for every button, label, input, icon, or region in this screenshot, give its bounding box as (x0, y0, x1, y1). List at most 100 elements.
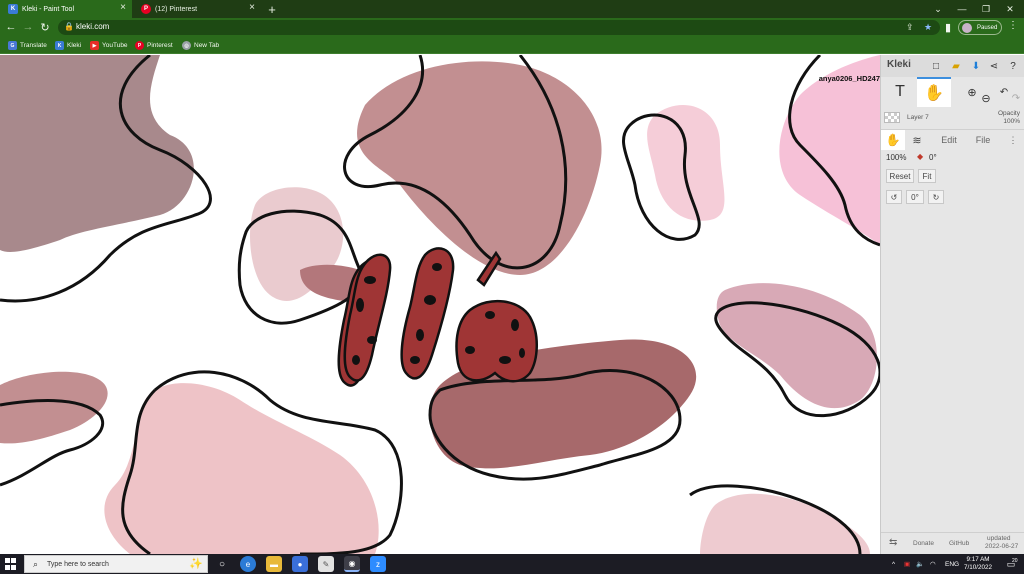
reload-icon[interactable]: ↻ (37, 19, 53, 35)
kleki-icon: K (55, 41, 64, 50)
donate-link[interactable]: Donate (913, 540, 934, 547)
tab-title: Kleki - Paint Tool (22, 5, 75, 13)
notification-count: 20 (1012, 558, 1018, 564)
bookmark-pinterest[interactable]: P Pinterest (135, 40, 173, 51)
kleki-favicon-icon: K (8, 4, 18, 14)
lock-icon: 🔒 (64, 22, 74, 31)
open-folder-icon[interactable]: ▰ (949, 59, 963, 73)
bookmark-kleki[interactable]: K Kleki (55, 40, 81, 51)
rotate-right-icon[interactable]: ↻ (928, 190, 944, 204)
tab-layers-icon[interactable]: ≋ (905, 130, 929, 150)
address-bar[interactable]: 🔒 kleki.com ⇪ ★ (58, 20, 940, 35)
pinterest-icon: P (135, 41, 144, 50)
zoom-level: 100% (886, 153, 907, 162)
share-icon[interactable]: ⋖ (987, 59, 1001, 73)
new-tab-button[interactable]: + (264, 0, 280, 18)
zoom-meeting-icon[interactable]: z (370, 556, 386, 572)
reset-button[interactable]: Reset (886, 169, 914, 183)
blob-pink-right (779, 55, 880, 245)
rotate-left-icon[interactable]: ↺ (886, 190, 902, 204)
url-text: kleki.com (76, 22, 110, 31)
bookmark-label: Kleki (67, 42, 82, 49)
layer-name: Layer 7 (907, 114, 929, 121)
translate-icon: G (8, 41, 17, 50)
bookmark-new-tab[interactable]: ◎ New Tab (182, 40, 219, 51)
canvas-artwork (0, 55, 880, 554)
kleki-header: Kleki □ ▰ ⬇ ⋖ ? (881, 55, 1024, 77)
zoom-app-icon[interactable]: ● (292, 556, 308, 572)
edge-icon[interactable]: e (240, 556, 256, 572)
tab-title: (12) Pinterest (155, 5, 198, 13)
chrome-icon[interactable]: ◉ (344, 556, 360, 572)
tab-file[interactable]: File (967, 130, 999, 150)
new-image-icon[interactable]: □ (929, 59, 943, 73)
bookmark-label: Translate (20, 42, 47, 49)
opacity-value: 100% (1003, 118, 1020, 125)
notifications-icon[interactable]: ▭ 20 (1002, 554, 1020, 574)
drawing-canvas[interactable]: anya0206_HD247 (0, 55, 880, 554)
wifi-icon[interactable]: ◠ (930, 554, 936, 574)
search-highlight-icon: ✨ (189, 558, 203, 570)
close-window-button[interactable]: ✕ (998, 0, 1022, 18)
sidepanel-icon[interactable]: ▮ (940, 19, 956, 35)
file-explorer-icon[interactable]: ▬ (266, 556, 282, 572)
back-arrow-icon[interactable]: ← (3, 19, 19, 35)
browser-toolbar: ← → ↻ 🔒 kleki.com ⇪ ★ ▮ Paused ⋮ (0, 18, 1024, 37)
bookmark-translate[interactable]: G Translate (8, 40, 47, 51)
tray-chevron-icon[interactable]: ^ (892, 554, 895, 574)
taskbar-search[interactable]: ⌕ Type here to search ✨ (24, 555, 208, 573)
forward-arrow-icon[interactable]: → (20, 19, 36, 35)
hand-tool-button[interactable]: ✋ (917, 77, 951, 107)
view-info: 100% ◆ 0° (881, 151, 1024, 165)
kleki-panel: Kleki □ ▰ ⬇ ⋖ ? T ✋ ⊕ ⊖ ↶ ↷ Layer 7 Opac… (880, 55, 1024, 554)
bookmark-youtube[interactable]: ▶ YouTube (90, 40, 128, 51)
bookmark-label: YouTube (102, 42, 128, 49)
layer-opacity[interactable]: Opacity 100% (998, 110, 1020, 126)
rotate-controls: ↺ 0° ↻ (881, 190, 1024, 204)
windows-taskbar: ⌕ Type here to search ✨ ○ e ▬ ● ✎ ◉ z ^ … (0, 554, 1024, 574)
close-tab-icon[interactable]: × (120, 2, 126, 13)
bookmarks-bar: G Translate K Kleki ▶ YouTube P Pinteres… (0, 37, 1024, 54)
share-icon[interactable]: ⇪ (906, 22, 914, 33)
tray-app-icon[interactable]: ▣ (904, 554, 910, 574)
rotation-level: 0° (929, 153, 937, 162)
menu-kebab-icon[interactable]: ⋮ (1008, 20, 1018, 31)
tab-search-button[interactable]: ⌄ (926, 0, 950, 18)
updated-label: updated (987, 535, 1011, 542)
search-placeholder: Type here to search (47, 560, 109, 568)
volume-icon[interactable]: 🔈 (916, 554, 924, 574)
clock-date: 7/10/2022 (963, 564, 992, 571)
rotate-value[interactable]: 0° (906, 190, 924, 204)
view-buttons: Reset Fit (881, 169, 1024, 183)
globe-icon: ◎ (182, 41, 191, 50)
tab-pinterest[interactable]: P (12) Pinterest × (133, 0, 261, 18)
bookmark-label: New Tab (194, 42, 220, 49)
blob-pink-bottom (104, 383, 379, 554)
layer-row[interactable]: Layer 7 Opacity 100% (881, 109, 1024, 127)
close-tab-icon[interactable]: × (249, 2, 255, 13)
language-indicator[interactable]: ENG (945, 554, 959, 574)
help-icon[interactable]: ? (1006, 59, 1020, 73)
watermark-text: anya0206_HD247 (818, 74, 880, 83)
maximize-button[interactable]: ❐ (974, 0, 998, 18)
compass-icon: ◆ (917, 152, 924, 161)
github-link[interactable]: GitHub (949, 540, 969, 547)
avatar (962, 23, 972, 33)
windows-start-icon[interactable] (5, 558, 17, 570)
text-tool-button[interactable]: T (883, 77, 917, 107)
more-icon[interactable]: ⋮ (1005, 130, 1021, 150)
save-download-icon[interactable]: ⬇ (969, 59, 983, 73)
taskbar-clock[interactable]: 9:17 AM 7/10/2022 (960, 556, 996, 572)
minimize-button[interactable]: — (950, 0, 974, 18)
updated-date: 2022-06-27 (985, 543, 1019, 550)
tab-edit[interactable]: Edit (931, 130, 967, 150)
tab-hand-icon[interactable]: ✋ (881, 130, 905, 150)
fit-button[interactable]: Fit (918, 169, 936, 183)
paint-app-icon[interactable]: ✎ (318, 556, 334, 572)
task-view-icon[interactable]: ○ (214, 556, 230, 572)
bookmark-star-icon[interactable]: ★ (924, 22, 932, 33)
swap-side-icon[interactable]: ⇆ (889, 537, 897, 548)
profile-button[interactable]: Paused (958, 20, 1002, 35)
clock-time: 9:17 AM (966, 556, 990, 563)
tab-kleki[interactable]: K Kleki - Paint Tool × (0, 0, 132, 18)
